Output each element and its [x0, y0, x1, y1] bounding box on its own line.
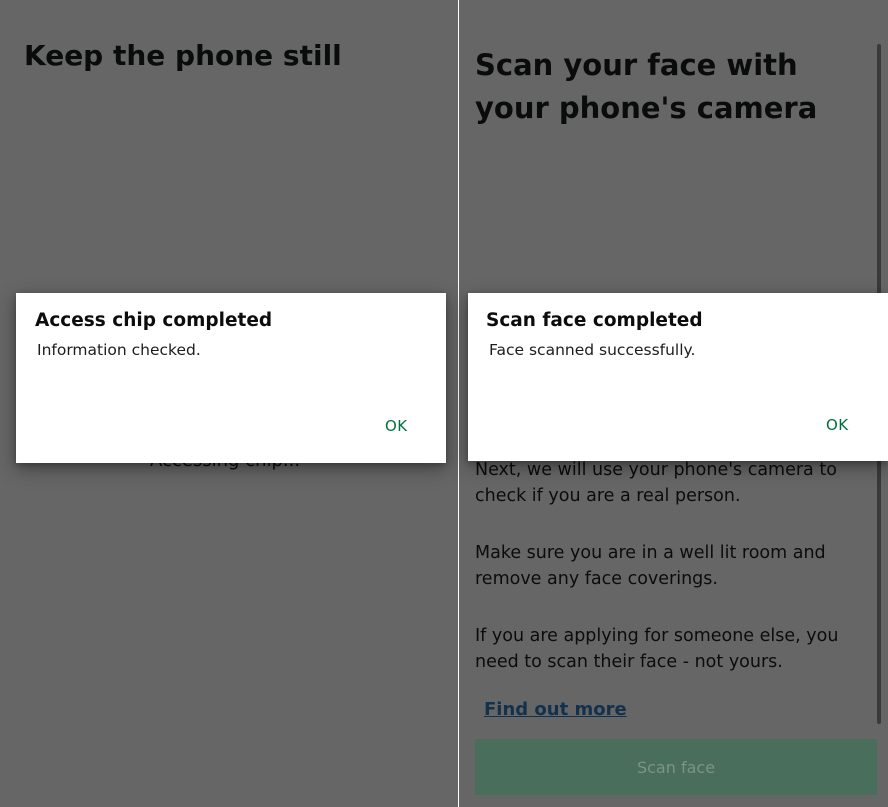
page-title: Keep the phone still	[24, 39, 342, 72]
ok-button[interactable]: OK	[820, 412, 855, 438]
dialog-title: Access chip completed	[35, 310, 273, 331]
dialog-message: Information checked.	[37, 341, 201, 359]
scan-face-dialog: Scan face completed Face scanned success…	[468, 293, 888, 461]
instruction-paragraph: Next, we will use your phone's camera to…	[475, 460, 837, 506]
find-out-more-link[interactable]: Find out more	[484, 699, 627, 720]
dialog-title: Scan face completed	[486, 310, 703, 331]
instruction-paragraph: If you are applying for someone else, yo…	[475, 626, 839, 672]
page-title: Scan your face with your phone's camera	[475, 48, 818, 125]
scan-face-button[interactable]: Scan face	[475, 739, 877, 795]
dialog-message: Face scanned successfully.	[489, 341, 696, 359]
instruction-paragraph: Make sure you are in a well lit room and…	[475, 543, 826, 589]
access-chip-dialog: Access chip completed Information checke…	[16, 293, 446, 463]
ok-button[interactable]: OK	[379, 413, 414, 439]
